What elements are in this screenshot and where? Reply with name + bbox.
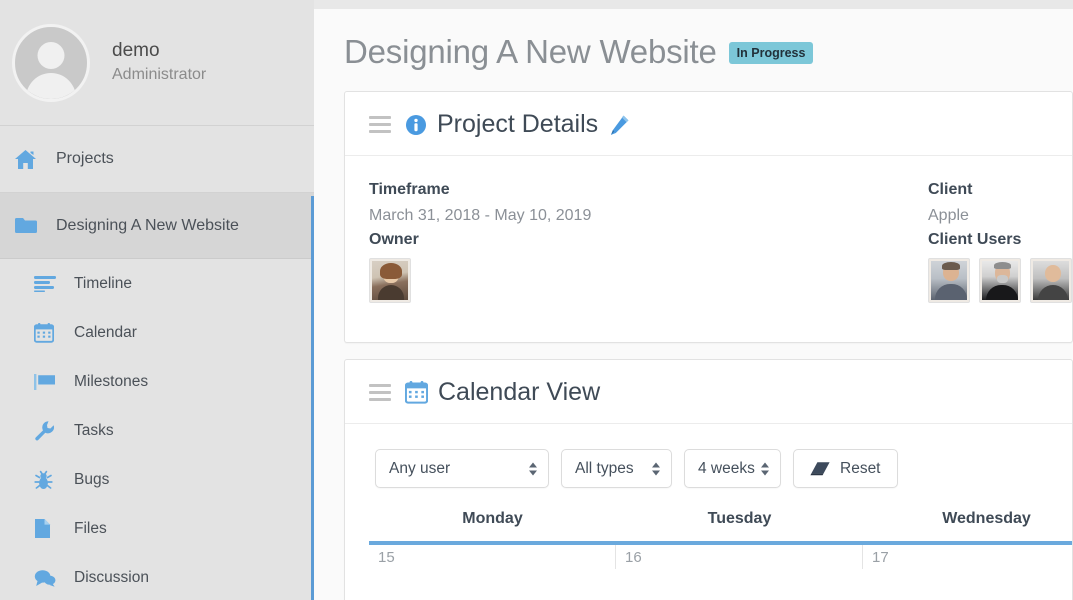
reset-button[interactable]: Reset bbox=[793, 449, 898, 488]
page-title: Designing A New Website bbox=[344, 33, 717, 70]
calendar-view-panel: Calendar View Any user All types 4 weeks bbox=[344, 359, 1073, 600]
sidebar-item-current-project[interactable]: Designing A New Website bbox=[0, 193, 314, 259]
sidebar-item-files[interactable]: Files bbox=[0, 504, 314, 553]
calendar-day-cell[interactable]: 17 bbox=[863, 545, 1073, 569]
sidebar-item-label: Timeline bbox=[74, 274, 132, 292]
owner-avatar-list bbox=[369, 258, 591, 304]
sidebar-item-label: Tasks bbox=[74, 421, 114, 439]
details-right-column: Client Apple Client Users bbox=[928, 178, 1072, 304]
chat-icon bbox=[34, 569, 62, 587]
sidebar-item-projects[interactable]: Projects bbox=[0, 126, 314, 192]
calendar-day-cell[interactable]: 16 bbox=[616, 545, 863, 569]
sidebar-item-tasks[interactable]: Tasks bbox=[0, 406, 314, 455]
timeframe-label: Timeframe bbox=[369, 181, 450, 198]
flag-icon bbox=[34, 373, 62, 391]
type-filter-select[interactable]: All types bbox=[561, 449, 672, 488]
calendar-icon bbox=[34, 322, 62, 343]
timeframe-value: March 31, 2018 - May 10, 2019 bbox=[369, 206, 592, 224]
page-header: Designing A New Website In Progress bbox=[314, 9, 1073, 71]
sidebar-item-bugs[interactable]: Bugs bbox=[0, 455, 314, 504]
home-icon bbox=[14, 149, 46, 170]
wrench-icon bbox=[34, 420, 62, 441]
app-root: demo Administrator Projects Designing A … bbox=[0, 0, 1073, 600]
calendar-day-cell[interactable]: 15 bbox=[369, 545, 616, 569]
timeline-icon bbox=[34, 275, 62, 292]
profile-role: Administrator bbox=[112, 66, 207, 84]
user-filter-value: Any user bbox=[389, 459, 451, 477]
sidebar-item-milestones[interactable]: Milestones bbox=[0, 357, 314, 406]
owner-avatar[interactable] bbox=[369, 258, 411, 304]
stepper-arrows-icon bbox=[761, 462, 769, 475]
sidebar-item-label: Calendar bbox=[74, 323, 137, 341]
range-filter-value: 4 weeks bbox=[698, 459, 755, 477]
project-details-body: Timeframe March 31, 2018 - May 10, 2019 … bbox=[345, 156, 1072, 304]
client-value: Apple bbox=[928, 206, 969, 224]
main-content: Designing A New Website In Progress Proj… bbox=[314, 0, 1073, 600]
type-filter-value: All types bbox=[575, 459, 634, 477]
calendar-day-header: Wednesday bbox=[942, 510, 1031, 527]
client-user-avatar-3[interactable] bbox=[1030, 258, 1072, 304]
sidebar-item-timeline[interactable]: Timeline bbox=[0, 259, 314, 308]
reset-label: Reset bbox=[840, 459, 881, 477]
sidebar-item-label: Files bbox=[74, 519, 107, 537]
user-profile[interactable]: demo Administrator bbox=[0, 0, 314, 126]
sidebar-item-calendar[interactable]: Calendar bbox=[0, 308, 314, 357]
drag-handle-icon[interactable] bbox=[369, 116, 391, 133]
sidebar-item-label: Milestones bbox=[74, 372, 149, 390]
client-users-avatar-list bbox=[928, 258, 1072, 304]
panel-title: Calendar View bbox=[438, 378, 601, 406]
calendar-icon bbox=[405, 381, 428, 404]
client-label: Client bbox=[928, 181, 973, 198]
calendar-day-header: Tuesday bbox=[707, 510, 772, 527]
eraser-icon bbox=[810, 461, 831, 476]
status-badge: In Progress bbox=[728, 42, 814, 64]
project-details-panel: Project Details Timeframe March 31, 2018… bbox=[344, 91, 1073, 343]
details-left-column: Timeframe March 31, 2018 - May 10, 2019 … bbox=[345, 178, 592, 304]
user-placeholder-icon bbox=[12, 23, 90, 102]
calendar-day-row: 15 16 17 bbox=[369, 545, 1072, 569]
owner-label: Owner bbox=[369, 231, 419, 249]
range-filter-select[interactable]: 4 weeks bbox=[684, 449, 781, 488]
client-user-avatar-2[interactable] bbox=[979, 258, 1021, 304]
client-users-label: Client Users bbox=[928, 231, 1022, 249]
sidebar-item-label: Designing A New Website bbox=[56, 216, 239, 234]
sidebar-item-discussion[interactable]: Discussion bbox=[0, 553, 314, 600]
stepper-arrows-icon bbox=[529, 462, 537, 475]
drag-handle-icon[interactable] bbox=[369, 384, 391, 401]
stepper-arrows-icon bbox=[652, 462, 660, 475]
panel-title: Project Details bbox=[437, 110, 599, 138]
sidebar-item-label: Bugs bbox=[74, 470, 110, 488]
calendar-grid: Monday Tuesday Wednesday 15 16 17 bbox=[345, 510, 1072, 569]
sidebar-item-label: Projects bbox=[56, 150, 114, 167]
panel-header: Calendar View bbox=[345, 360, 1072, 424]
panel-header: Project Details bbox=[345, 92, 1072, 156]
calendar-filter-row: Any user All types 4 weeks Reset bbox=[345, 424, 1072, 488]
sidebar-sub-nav: Timeline Calendar Milestones Tasks Bugs … bbox=[0, 259, 314, 600]
client-user-avatar-1[interactable] bbox=[928, 258, 970, 304]
top-bar bbox=[314, 0, 1073, 9]
calendar-day-header: Monday bbox=[462, 510, 523, 527]
calendar-day-header-row: Monday Tuesday Wednesday bbox=[369, 510, 1072, 541]
folder-icon bbox=[14, 216, 46, 235]
bug-icon bbox=[34, 470, 62, 490]
sidebar-item-label: Discussion bbox=[74, 568, 149, 586]
user-filter-select[interactable]: Any user bbox=[375, 449, 549, 488]
file-icon bbox=[34, 518, 62, 539]
pencil-icon[interactable] bbox=[608, 114, 630, 136]
sidebar: demo Administrator Projects Designing A … bbox=[0, 0, 314, 600]
nav-top-group: Projects bbox=[0, 126, 314, 193]
info-circle-icon bbox=[405, 114, 427, 136]
profile-name: demo bbox=[112, 39, 160, 61]
